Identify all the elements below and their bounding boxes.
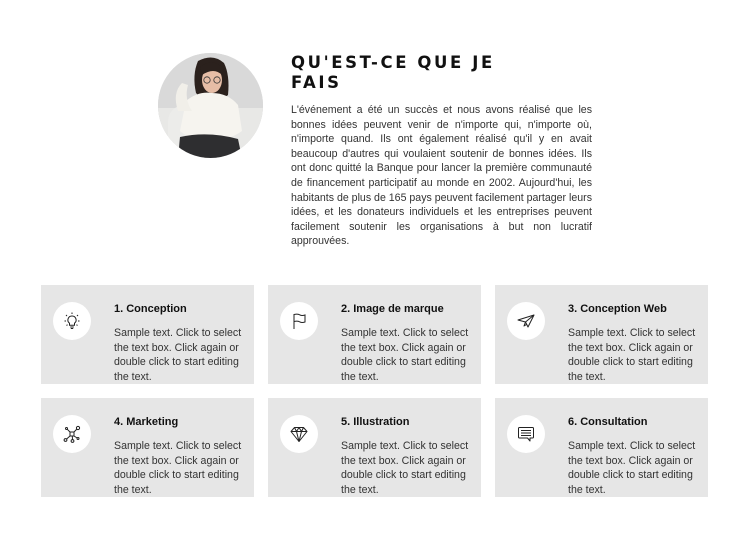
service-title: 3. Conception Web — [568, 303, 667, 315]
service-card-illustration: 5. Illustration Sample text. Click to se… — [268, 398, 481, 497]
service-title: 5. Illustration — [341, 416, 410, 428]
service-card-web-design: 3. Conception Web Sample text. Click to … — [495, 285, 708, 384]
intro-paragraph: L'événement a été un succès et nous avon… — [291, 104, 592, 248]
service-text: Sample text. Click to select the text bo… — [341, 440, 469, 496]
service-card-branding: 2. Image de marque Sample text. Click to… — [268, 285, 481, 384]
service-card-consultation: 6. Consultation Sample text. Click to se… — [495, 398, 708, 497]
avatar — [158, 53, 263, 158]
service-text: Sample text. Click to select the text bo… — [568, 327, 696, 383]
icon-circle — [280, 415, 318, 453]
icon-circle — [507, 302, 545, 340]
service-title: 2. Image de marque — [341, 303, 444, 315]
service-card-marketing: 4. Marketing Sample text. Click to selec… — [41, 398, 254, 497]
icon-circle — [507, 415, 545, 453]
avatar-photo — [158, 53, 263, 158]
flag-icon — [293, 313, 306, 329]
service-title: 1. Conception — [114, 303, 187, 315]
paper-plane-icon — [517, 314, 535, 328]
icon-circle — [280, 302, 318, 340]
service-text: Sample text. Click to select the text bo… — [341, 327, 469, 383]
service-text: Sample text. Click to select the text bo… — [114, 327, 242, 383]
diamond-icon — [290, 427, 308, 442]
service-text: Sample text. Click to select the text bo… — [568, 440, 696, 496]
service-title: 6. Consultation — [568, 416, 648, 428]
chat-bubble-icon — [518, 427, 534, 442]
icon-circle — [53, 415, 91, 453]
page-title: QU'EST-CE QUE JE FAIS — [291, 53, 495, 92]
icon-circle — [53, 302, 91, 340]
lightbulb-icon — [64, 312, 80, 329]
service-title: 4. Marketing — [114, 416, 179, 428]
network-icon — [63, 425, 81, 443]
service-text: Sample text. Click to select the text bo… — [114, 440, 242, 496]
service-card-conception: 1. Conception Sample text. Click to sele… — [41, 285, 254, 384]
